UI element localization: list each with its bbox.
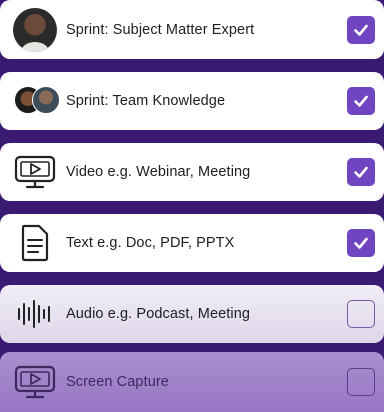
video-monitor-icon — [12, 149, 58, 195]
option-label: Sprint: Subject Matter Expert — [66, 21, 255, 38]
option-label: Video e.g. Webinar, Meeting — [66, 164, 251, 180]
source-options-list: Sprint: Subject Matter Expert Sprint: Te… — [0, 0, 384, 412]
option-label: Audio e.g. Podcast, Meeting — [66, 306, 251, 322]
option-text[interactable]: Text e.g. Doc, PDF, PPTX — [0, 214, 384, 272]
document-icon — [12, 220, 58, 266]
option-video[interactable]: Video e.g. Webinar, Meeting — [0, 143, 384, 201]
team-avatars-icon — [12, 78, 60, 124]
option-label: Text e.g. Doc, PDF, PPTX — [66, 235, 235, 251]
option-checkbox[interactable] — [347, 229, 375, 257]
option-screen-capture[interactable]: Screen Capture — [0, 352, 384, 412]
person-avatar-icon — [12, 7, 58, 53]
option-label: Screen Capture — [66, 374, 169, 390]
audio-waveform-icon — [12, 291, 58, 337]
option-label: Sprint: Team Knowledge — [66, 93, 226, 109]
option-checkbox[interactable] — [347, 87, 375, 115]
checkmark-icon — [354, 95, 368, 107]
checkmark-icon — [354, 237, 368, 249]
screen-capture-icon — [12, 359, 58, 405]
option-checkbox[interactable] — [347, 15, 375, 44]
option-checkbox[interactable] — [347, 368, 375, 396]
option-sprint-team-knowledge[interactable]: Sprint: Team Knowledge — [0, 72, 384, 130]
checkmark-icon — [354, 166, 368, 178]
option-checkbox[interactable] — [347, 158, 375, 186]
option-checkbox[interactable] — [347, 300, 375, 328]
checkmark-icon — [354, 24, 368, 36]
option-sprint-subject-matter-expert[interactable]: Sprint: Subject Matter Expert — [0, 0, 384, 59]
option-audio[interactable]: Audio e.g. Podcast, Meeting — [0, 285, 384, 343]
